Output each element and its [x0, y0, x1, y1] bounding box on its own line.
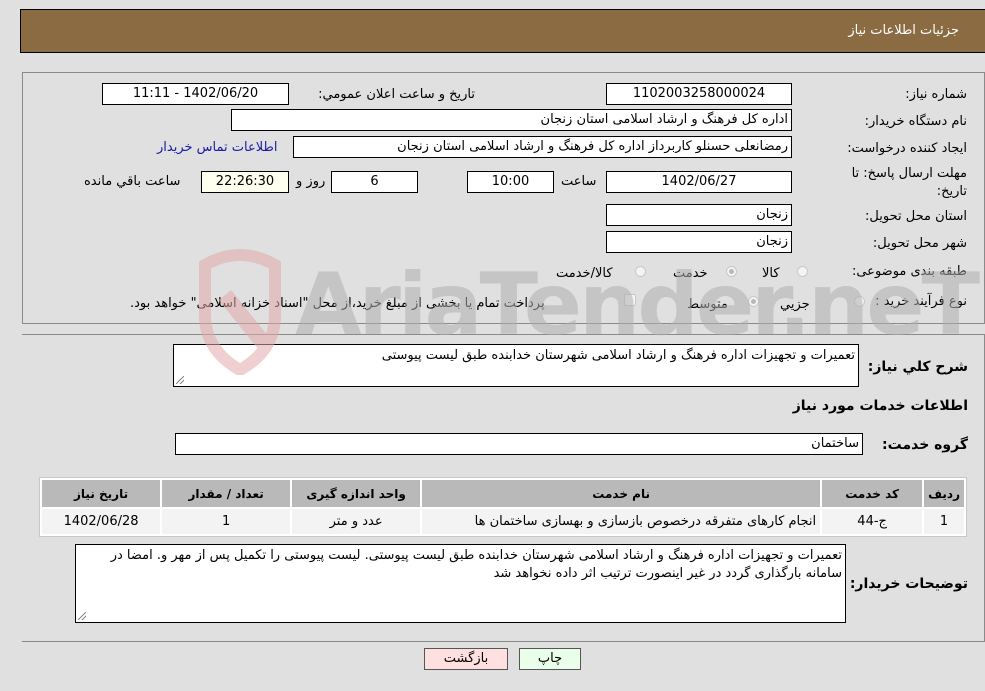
col-header-row-number: ردیف [924, 480, 964, 507]
table-row: 1 ج-44 انجام کارهای متفرقه درخصوص بازساز… [42, 509, 964, 534]
deadline-time-label: ساعت [561, 174, 597, 189]
category-option-goods-service: کالا/خدمت [556, 266, 613, 281]
category-option-service: خدمت [673, 266, 708, 281]
deadline-label: مهلت ارسال پاسخ: تا تاریخ: [851, 166, 967, 199]
buyer-org-label: نام دستگاه خریدار: [864, 114, 967, 129]
category-radio-goods-service[interactable] [635, 266, 646, 277]
requester-field[interactable]: رمضانعلی حسنلو کاربرداز اداره کل فرهنگ و… [293, 136, 792, 158]
need-number-field[interactable]: 1102003258000024 [606, 83, 792, 105]
city-field[interactable]: زنجان [606, 231, 792, 253]
need-number-label: شماره نیاز: [905, 87, 967, 102]
buyer-notes-text: تعمیرات و تجهیزات اداره فرهنگ و ارشاد اس… [110, 548, 842, 581]
resize-handle-icon[interactable] [176, 376, 184, 384]
cell-service-name: انجام کارهای متفرقه درخصوص بازسازی و بهس… [422, 509, 821, 534]
summary-textarea[interactable]: تعمیرات و تجهیزات اداره فرهنگ و ارشاد اس… [173, 344, 859, 387]
buyer-notes-textarea[interactable]: تعمیرات و تجهیزات اداره فرهنگ و ارشاد اس… [75, 544, 846, 623]
remaining-time-field: 22:26:30 [201, 171, 289, 193]
services-table-wrapper: ردیف کد خدمت نام خدمت واحد اندازه گیری ت… [39, 477, 967, 537]
col-header-need-date: تاریخ نیاز [42, 480, 161, 507]
cell-row-number: 1 [924, 509, 964, 534]
cell-service-code: ج-44 [822, 509, 923, 534]
purchase-type-label: نوع فرآیند خرید : [875, 294, 967, 309]
purchase-type-radio-minor[interactable] [854, 296, 865, 307]
col-header-service-name: نام خدمت [422, 480, 821, 507]
requester-label: ایجاد کننده درخواست: [847, 141, 967, 156]
cell-need-date: 1402/06/28 [42, 509, 161, 534]
category-radio-service[interactable] [726, 266, 737, 277]
buyer-contact-link[interactable]: اطلاعات تماس خریدار [157, 140, 277, 155]
days-label: روز و [296, 174, 326, 189]
buyer-notes-label: توضیحات خریدار: [849, 576, 968, 592]
announce-datetime-field[interactable]: 1402/06/20 - 11:11 [102, 83, 289, 105]
service-group-field[interactable]: ساختمان [175, 433, 863, 455]
deadline-time-field[interactable]: 10:00 [467, 171, 554, 193]
back-button[interactable]: بازگشت [424, 648, 508, 670]
cell-unit: عدد و متر [292, 509, 421, 534]
remaining-time-label: ساعت باقي مانده [84, 174, 181, 189]
announce-datetime-label: تاریخ و ساعت اعلان عمومي: [318, 87, 475, 102]
page-header: جزئیات اطلاعات نیاز [20, 9, 985, 53]
province-field[interactable]: زنجان [606, 204, 792, 226]
category-radio-goods[interactable] [797, 266, 808, 277]
summary-text: تعمیرات و تجهیزات اداره فرهنگ و ارشاد اس… [381, 348, 855, 363]
page-title: جزئیات اطلاعات نیاز [848, 23, 959, 38]
cell-quantity: 1 [162, 509, 291, 534]
col-header-unit: واحد اندازه گیری [292, 480, 421, 507]
deadline-date-field[interactable]: 1402/06/27 [606, 171, 792, 193]
col-header-quantity: تعداد / مقدار [162, 480, 291, 507]
service-group-label: گروه خدمت: [882, 437, 968, 453]
print-button[interactable]: چاپ [519, 648, 581, 670]
city-label: شهر محل تحویل: [872, 236, 967, 251]
province-label: استان محل تحویل: [865, 209, 967, 224]
treasury-checkbox[interactable] [624, 294, 636, 306]
col-header-service-code: کد خدمت [822, 480, 923, 507]
remaining-days-field[interactable]: 6 [331, 171, 418, 193]
purchase-type-option-minor: جزيي [780, 297, 810, 312]
purchase-type-radio-medium[interactable] [748, 296, 759, 307]
purchase-type-option-medium: متوسط [687, 297, 728, 312]
resize-handle-icon[interactable] [78, 612, 86, 620]
table-header-row: ردیف کد خدمت نام خدمت واحد اندازه گیری ت… [42, 480, 964, 507]
services-table: ردیف کد خدمت نام خدمت واحد اندازه گیری ت… [39, 477, 967, 537]
services-section-title: اطلاعات خدمات مورد نیاز [792, 398, 968, 414]
treasury-note: پرداخت تمام یا بخشی از مبلغ خرید،از محل … [130, 296, 545, 311]
buyer-org-field[interactable]: اداره کل فرهنگ و ارشاد اسلامی استان زنجا… [231, 109, 792, 131]
category-option-goods: کالا [762, 266, 780, 281]
summary-label: شرح کلي نياز: [867, 359, 968, 375]
category-label: طبقه بندی موضوعی: [851, 264, 967, 279]
